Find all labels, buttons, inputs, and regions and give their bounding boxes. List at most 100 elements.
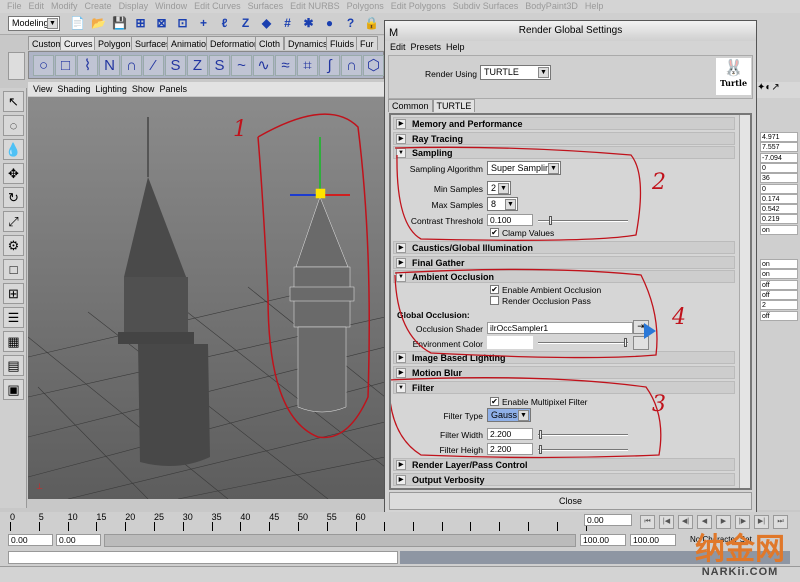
play-backward-icon[interactable]: ◀ <box>697 515 712 529</box>
command-input[interactable] <box>8 551 398 564</box>
start-time-field[interactable]: 0.00 <box>8 534 53 546</box>
tab-common[interactable]: Common <box>388 99 433 112</box>
channel-value[interactable]: 0.174 <box>760 193 798 204</box>
mode-dropdown[interactable]: Modeling ▼ <box>8 16 60 31</box>
go-to-end-icon[interactable]: ⏭ <box>773 515 788 529</box>
snap-point-icon[interactable]: Z <box>238 16 253 31</box>
menu-bodypaint3d[interactable]: BodyPaint3D <box>525 1 578 11</box>
menu-surfaces[interactable]: Surfaces <box>248 1 284 11</box>
playback-start-field[interactable]: 0.00 <box>56 534 101 546</box>
select-hierarchy-icon[interactable]: ⊞ <box>133 16 148 31</box>
panel-menu-view[interactable]: View <box>33 84 52 94</box>
open-scene-icon[interactable]: 📂 <box>91 16 106 31</box>
channel-value[interactable]: 36 <box>760 173 798 184</box>
channel-value[interactable]: 0.219 <box>760 214 798 225</box>
paint-select-icon[interactable]: 💧 <box>3 139 24 160</box>
menu-help[interactable]: Help <box>446 42 465 52</box>
layout-four-icon[interactable]: ⊞ <box>3 283 24 304</box>
attach-curves-icon[interactable]: S <box>165 55 186 76</box>
channel-value[interactable]: on <box>760 224 798 235</box>
shelf-tab-fur[interactable]: Fur <box>356 36 378 50</box>
shelf-tab-cloth[interactable]: Cloth <box>255 36 285 50</box>
new-scene-icon[interactable]: 📄 <box>70 16 85 31</box>
menu-window[interactable]: Window <box>155 1 187 11</box>
arc-icon[interactable]: ⁄ <box>143 55 164 76</box>
insert-knot-icon[interactable]: ⌗ <box>297 55 318 76</box>
channel-value[interactable]: off <box>760 310 798 321</box>
snap-grid-icon[interactable]: + <box>196 16 211 31</box>
history-icon[interactable]: ✱ <box>301 16 316 31</box>
step-forward-icon[interactable]: |▶ <box>735 515 750 529</box>
panel-menu-panels[interactable]: Panels <box>159 84 187 94</box>
rebuild-curve-icon[interactable]: ∿ <box>253 55 274 76</box>
menu-edit-polygons[interactable]: Edit Polygons <box>391 1 446 11</box>
ipr-render-icon[interactable]: ? <box>343 16 358 31</box>
select-icon[interactable]: ↖ <box>3 91 24 112</box>
pencil-curve-icon[interactable]: ∩ <box>121 55 142 76</box>
select-component-icon[interactable]: ⊡ <box>175 16 190 31</box>
select-object-icon[interactable]: ⊠ <box>154 16 169 31</box>
channel-value[interactable]: off <box>760 279 798 290</box>
menu-file[interactable]: File <box>7 1 22 11</box>
step-forward-key-icon[interactable]: ▶| <box>754 515 769 529</box>
lasso-icon[interactable]: ◌ <box>3 115 24 136</box>
menu-help[interactable]: Help <box>585 1 604 11</box>
menu-modify[interactable]: Modify <box>51 1 78 11</box>
layout-persp-icon[interactable]: ▣ <box>3 379 24 400</box>
shelf-tab-curves[interactable]: Curves <box>60 36 97 50</box>
layout-single-icon[interactable]: □ <box>3 259 24 280</box>
snap-view-plane-icon[interactable]: ◆ <box>259 16 274 31</box>
shelf-tab-fluids[interactable]: Fluids <box>326 36 359 50</box>
range-slider[interactable] <box>104 534 576 547</box>
shelf-menu-button[interactable] <box>8 52 25 80</box>
cube-nurbs-icon[interactable]: ⬡ <box>363 55 384 76</box>
panel-menu-shading[interactable]: Shading <box>57 84 90 94</box>
save-scene-icon[interactable]: 💾 <box>112 16 127 31</box>
menu-display[interactable]: Display <box>119 1 149 11</box>
manipulator-icon[interactable]: ⚙ <box>3 235 24 256</box>
go-to-start-icon[interactable]: ⏮ <box>640 515 655 529</box>
channel-value[interactable]: on <box>760 259 798 269</box>
circle-icon[interactable]: ○ <box>33 55 54 76</box>
close-button[interactable]: Close <box>389 492 752 510</box>
channel-value[interactable]: off <box>760 289 798 300</box>
channel-value[interactable]: 0 <box>760 183 798 194</box>
make-live-icon[interactable]: # <box>280 16 295 31</box>
viewport[interactable]: 1 ⊥ <box>27 97 386 500</box>
scale-icon[interactable]: ⤢ <box>3 211 24 232</box>
channel-value[interactable]: -7.094 <box>760 152 798 163</box>
fillet-curve-icon[interactable]: ∫ <box>319 55 340 76</box>
extend-curve-icon[interactable]: S <box>209 55 230 76</box>
menu-subdiv-surfaces[interactable]: Subdiv Surfaces <box>453 1 519 11</box>
panel-menu-show[interactable]: Show <box>132 84 155 94</box>
help-icon[interactable]: 🔒 <box>364 16 379 31</box>
panel-menu-lighting[interactable]: Lighting <box>95 84 127 94</box>
channel-value[interactable]: 0 <box>760 162 798 173</box>
menu-edit-nurbs[interactable]: Edit NURBS <box>290 1 340 11</box>
cv-curve-icon[interactable]: ⌇ <box>77 55 98 76</box>
menu-create[interactable]: Create <box>85 1 112 11</box>
menu-presets[interactable]: Presets <box>411 42 442 52</box>
snap-curve-icon[interactable]: ℓ <box>217 16 232 31</box>
channel-value[interactable]: 7.557 <box>760 142 798 153</box>
menu-polygons[interactable]: Polygons <box>347 1 384 11</box>
play-forward-icon[interactable]: ▶ <box>716 515 731 529</box>
channel-value[interactable]: 0.542 <box>760 204 798 215</box>
step-back-key-icon[interactable]: |◀ <box>659 515 674 529</box>
menu-edit[interactable]: Edit <box>29 1 45 11</box>
step-back-icon[interactable]: ◀| <box>678 515 693 529</box>
square-icon[interactable]: □ <box>55 55 76 76</box>
channel-value[interactable]: 2 <box>760 300 798 311</box>
ep-curve-icon[interactable]: N <box>99 55 120 76</box>
render-icon[interactable]: ● <box>322 16 337 31</box>
channel-value[interactable]: 4.971 <box>760 132 798 142</box>
render-using-dropdown[interactable]: TURTLE ▼ <box>480 65 551 80</box>
offset-curve-icon[interactable]: ~ <box>231 55 252 76</box>
rotate-icon[interactable]: ↻ <box>3 187 24 208</box>
fit-bspline-icon[interactable]: ∩ <box>341 55 362 76</box>
menu-edit[interactable]: Edit <box>390 42 406 52</box>
layout-outliner-icon[interactable]: ☰ <box>3 307 24 328</box>
playback-end-field[interactable]: 100.00 <box>580 534 626 546</box>
move-icon[interactable]: ✥ <box>3 163 24 184</box>
layout-graph-icon[interactable]: ▤ <box>3 355 24 376</box>
